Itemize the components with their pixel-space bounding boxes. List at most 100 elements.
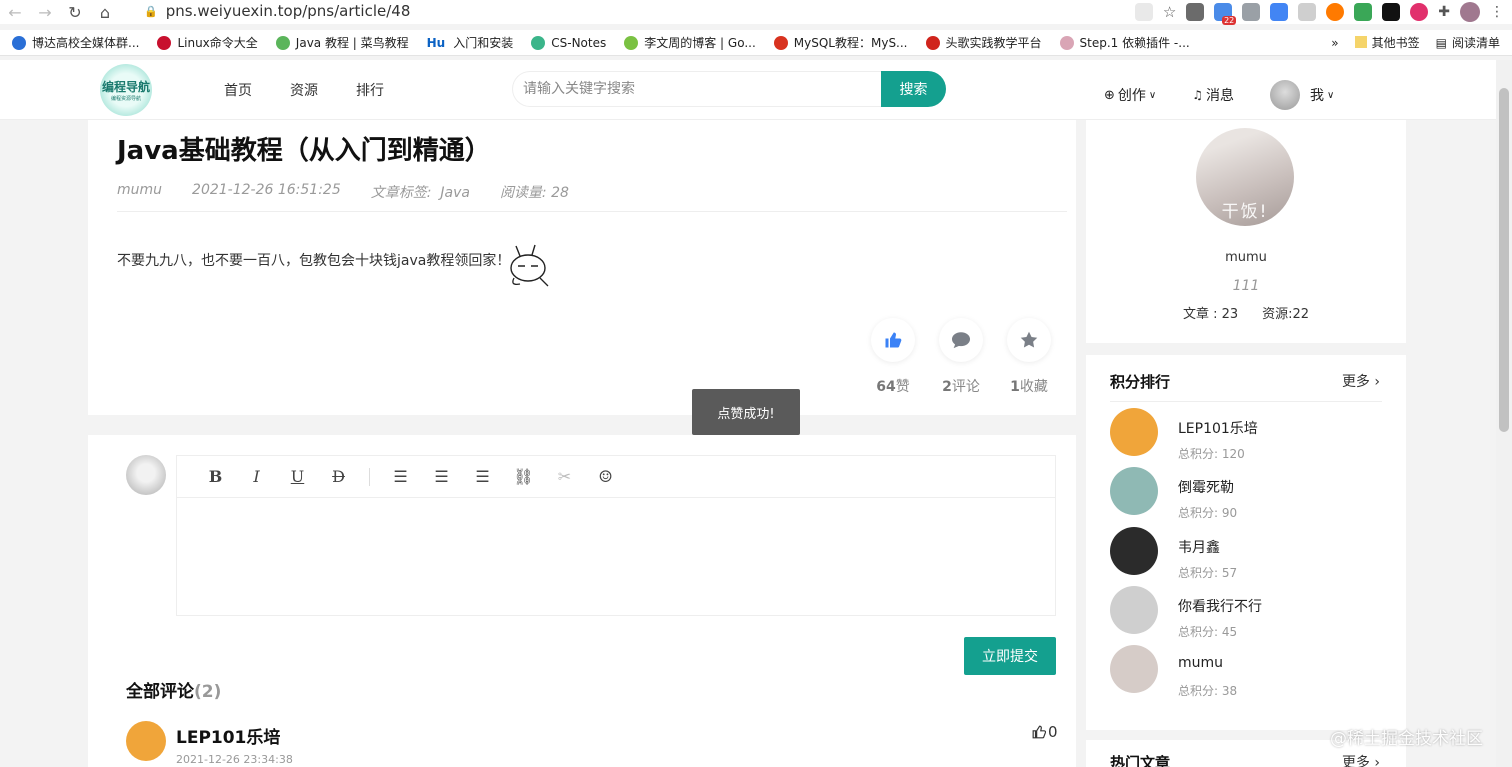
bookmark-overflow-button[interactable]: » xyxy=(1331,36,1338,50)
nav-ranking[interactable]: 排行 xyxy=(356,80,384,100)
align-left-icon[interactable]: ☰ xyxy=(380,467,421,486)
italic-button[interactable]: I xyxy=(236,467,277,486)
search-button[interactable]: 搜索 xyxy=(881,71,946,107)
bookmark-favicon-icon xyxy=(157,35,172,50)
nav-home[interactable]: 首页 xyxy=(224,80,252,100)
bookmark-item[interactable]: 头歌实践教学平台 xyxy=(925,34,1042,51)
messages-link[interactable]: ♫ 消息 xyxy=(1192,85,1234,105)
ranking-user-avatar[interactable] xyxy=(1110,585,1158,634)
toast-message: 点赞成功! xyxy=(692,389,800,435)
browser-profile-avatar[interactable] xyxy=(1460,2,1480,22)
star-icon[interactable]: ☆ xyxy=(1163,3,1176,21)
bookmark-item[interactable]: 李文周的博客 | Go... xyxy=(624,34,756,51)
other-bookmarks-folder[interactable]: 其他书签 xyxy=(1354,34,1420,51)
author-name[interactable]: mumu xyxy=(1086,250,1406,265)
ranking-user-score: 总积分: 90 xyxy=(1178,506,1238,521)
main-nav: 首页 资源 排行 xyxy=(224,80,384,100)
comment-date: 2021-12-26 23:34:38 xyxy=(176,753,293,766)
bookmark-favicon-icon xyxy=(773,35,788,50)
ranking-item[interactable]: LEP101乐培 总积分: 120 xyxy=(1110,408,1382,467)
share-icon[interactable] xyxy=(1134,3,1153,21)
firefox-extension-icon[interactable] xyxy=(1326,3,1345,21)
search-input[interactable] xyxy=(512,71,882,107)
ranking-user-avatar[interactable] xyxy=(1110,526,1158,575)
header-actions: ⊕ 创作 ∨ ♫ 消息 我 ∨ xyxy=(1104,80,1370,110)
emoji-icon[interactable]: ☺ xyxy=(585,467,626,486)
kebab-menu-icon[interactable]: ⋮ xyxy=(1490,4,1504,20)
ranking-user-avatar[interactable] xyxy=(1110,467,1158,516)
author-avatar[interactable]: 干饭! xyxy=(1196,128,1294,226)
ranking-item[interactable]: 韦月鑫 总积分: 57 xyxy=(1110,526,1382,586)
plus-circle-icon: ⊕ xyxy=(1104,87,1115,103)
ranking-item[interactable]: mumu 总积分: 38 xyxy=(1110,645,1382,704)
like-button[interactable]: 64赞 xyxy=(870,318,916,396)
hot-more-link[interactable]: 更多 › xyxy=(1342,752,1380,767)
user-menu[interactable]: 我 ∨ xyxy=(1310,85,1334,105)
article-tags: 文章标签: Java xyxy=(370,185,470,201)
shield-icon[interactable] xyxy=(1354,3,1373,21)
create-menu[interactable]: ⊕ 创作 ∨ xyxy=(1104,85,1156,105)
color-extension-icon[interactable] xyxy=(1410,3,1429,21)
bookmark-item[interactable]: 博达高校全媒体群... xyxy=(12,34,139,51)
ranking-more-link[interactable]: 更多 › xyxy=(1342,371,1380,391)
align-right-icon[interactable]: ☰ xyxy=(462,467,503,486)
underline-button[interactable]: U xyxy=(277,467,318,486)
comment-editor[interactable]: B I U D ☰ ☰ ☰ ⛓ ✂ ☺ xyxy=(176,455,1056,616)
comment-like-button[interactable]: 0 xyxy=(1032,723,1058,741)
article-author[interactable]: mumu xyxy=(117,182,162,202)
align-center-icon[interactable]: ☰ xyxy=(421,467,462,486)
site-logo[interactable]: 编程导航 编程资源导航 xyxy=(100,64,152,116)
thumbs-up-icon xyxy=(871,318,915,362)
bookmark-item[interactable]: Linux命令大全 xyxy=(157,34,258,51)
ranking-user-name[interactable]: mumu xyxy=(1178,655,1223,671)
ranking-user-name[interactable]: LEP101乐培 xyxy=(1178,418,1258,438)
panda-extension-icon[interactable] xyxy=(1382,3,1401,21)
commenter-avatar[interactable] xyxy=(126,721,166,761)
puzzle-icon[interactable]: ✚ xyxy=(1438,4,1450,20)
commenter-name[interactable]: LEP101乐培 xyxy=(176,723,280,748)
reading-list-button[interactable]: ▤ 阅读清单 xyxy=(1436,34,1500,51)
ranking-user-name[interactable]: 倒霉死勒 xyxy=(1178,477,1234,497)
vue-devtools-icon[interactable] xyxy=(1242,3,1261,21)
bookmark-item[interactable]: Hu 入门和安装 xyxy=(427,34,514,51)
extension-badge-icon[interactable]: 22 xyxy=(1214,3,1237,25)
comment-button[interactable]: 2评论 xyxy=(938,318,984,396)
download-extension-icon[interactable] xyxy=(1186,3,1205,21)
ranking-user-avatar[interactable] xyxy=(1110,645,1158,694)
current-user-avatar xyxy=(126,455,166,495)
ranking-user-name[interactable]: 你看我行不行 xyxy=(1178,596,1262,616)
nav-resources[interactable]: 资源 xyxy=(290,80,318,100)
submit-comment-button[interactable]: 立即提交 xyxy=(964,637,1056,675)
ranking-user-avatar[interactable] xyxy=(1110,408,1158,456)
divider xyxy=(1110,401,1382,402)
bookmark-item[interactable]: Java 教程 | 菜鸟教程 xyxy=(275,34,409,51)
scrollbar-thumb[interactable] xyxy=(1499,88,1509,432)
user-avatar[interactable] xyxy=(1270,80,1300,110)
favorite-button[interactable]: 1收藏 xyxy=(1006,318,1052,396)
bold-button[interactable]: B xyxy=(195,467,236,486)
unlink-icon[interactable]: ✂ xyxy=(544,467,585,486)
home-icon[interactable]: ⌂ xyxy=(90,3,120,22)
bookmark-favicon-icon xyxy=(624,35,639,50)
bookmark-item[interactable]: CS-Notes xyxy=(531,35,606,50)
back-icon[interactable]: ← xyxy=(0,3,30,22)
article-body: 不要九九八，也不要一百八，包教包会十块钱java教程领回家！ xyxy=(117,253,511,269)
reload-icon[interactable]: ↻ xyxy=(60,3,90,22)
reading-list-icon: ▤ xyxy=(1435,36,1447,50)
translate-icon[interactable] xyxy=(1270,3,1289,21)
check-extension-icon[interactable] xyxy=(1298,3,1317,21)
author-stats: 文章 : 23 资源:22 xyxy=(1086,303,1406,322)
address-bar[interactable]: 🔒 pns.weiyuexin.top/pns/article/48 xyxy=(138,0,1128,22)
page-scrollbar[interactable] xyxy=(1496,60,1512,767)
forward-icon[interactable]: → xyxy=(30,3,60,22)
ranking-item[interactable]: 你看我行不行 总积分: 45 xyxy=(1110,585,1382,645)
ranking-user-name[interactable]: 韦月鑫 xyxy=(1178,537,1220,557)
link-icon[interactable]: ⛓ xyxy=(503,467,544,486)
lock-icon: 🔒 xyxy=(144,4,158,18)
ranking-item[interactable]: 倒霉死勒总积分: 90 xyxy=(1110,467,1382,526)
chevron-down-icon: ∨ xyxy=(1327,89,1335,101)
author-signature: 111 xyxy=(1232,278,1260,294)
bookmark-item[interactable]: MySQL教程：MyS... xyxy=(773,34,908,51)
bookmark-item[interactable]: Step.1 依赖插件 -... xyxy=(1059,34,1190,51)
strikethrough-button[interactable]: D xyxy=(318,467,359,486)
